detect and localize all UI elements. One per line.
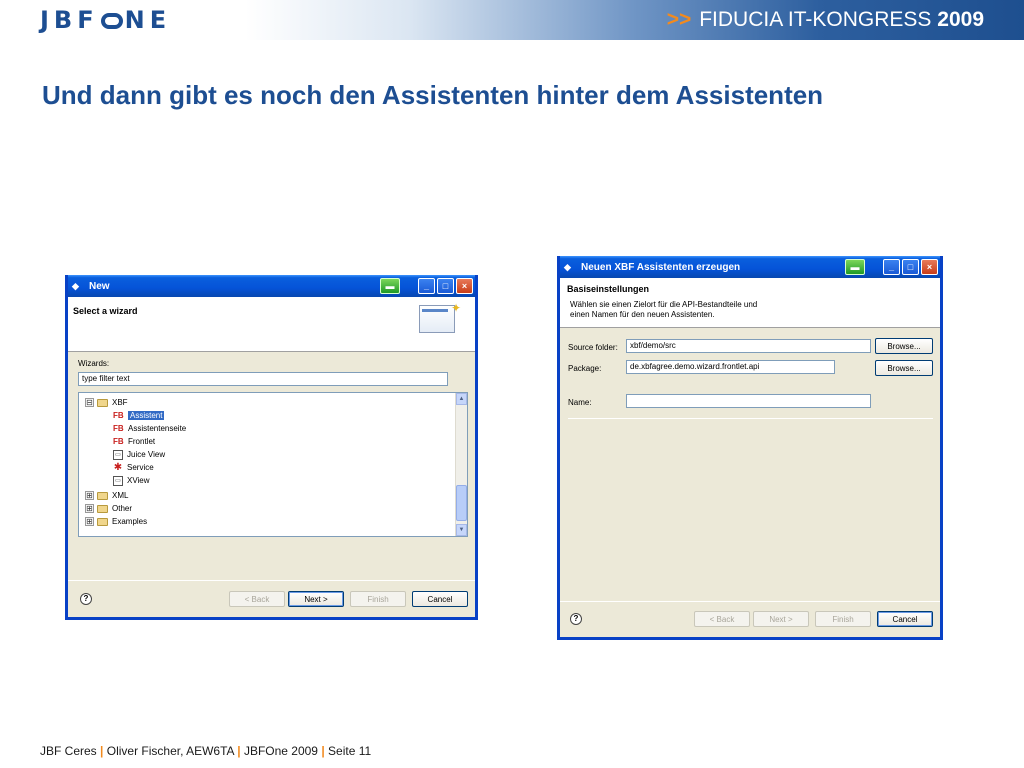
fb-icon: FB — [113, 411, 124, 420]
close-button[interactable]: × — [456, 278, 473, 294]
browse-package-button[interactable]: Browse... — [875, 360, 933, 376]
expand-icon[interactable]: ⊞ — [85, 491, 94, 500]
dialog-title: Neuen XBF Assistenten erzeugen — [581, 261, 741, 273]
collapse-icon[interactable]: ⊟ — [85, 398, 94, 407]
fb-icon: FB — [113, 424, 124, 433]
new-wizard-dialog: ◆ New ▬ _ □ × Select a wizard ✦ Wizards:… — [65, 275, 478, 620]
help-icon[interactable]: ? — [80, 593, 92, 605]
sparkle-icon: ✦ — [450, 301, 461, 315]
event-year: 2009 — [937, 8, 984, 31]
dialog-titlebar[interactable]: ◆ New ▬ _ □ × — [68, 275, 475, 297]
finish-button[interactable]: Finish — [815, 611, 871, 627]
wizards-label: Wizards: — [78, 359, 110, 368]
separator — [560, 601, 940, 602]
banner-title: Basiseinstellungen — [567, 284, 650, 294]
tree-item-xbf[interactable]: ⊟ XBF — [85, 396, 128, 409]
wizard-tree: ⊟ XBF FB Assistent FB Assistentenseite FB Fr… — [78, 392, 468, 537]
tree-item-frontlet[interactable]: FB Frontlet — [113, 435, 155, 448]
tree-item-service[interactable]: ✱ Service — [113, 461, 154, 474]
header-banner: JBF NE >> FIDUCIA IT-KONGRESS 2009 — [0, 0, 1024, 40]
folder-icon — [97, 517, 108, 526]
separator — [68, 580, 475, 581]
name-input[interactable] — [626, 394, 871, 408]
close-button[interactable]: × — [921, 259, 938, 275]
banner-title: Select a wizard — [73, 306, 138, 316]
banner-description-line-2: einen Namen für den neuen Assistenten. — [570, 310, 715, 319]
tree-item-other[interactable]: ⊞ Other — [85, 502, 132, 515]
event-name: FIDUCIA IT-KONGRESS — [699, 8, 932, 31]
minimize-button[interactable]: _ — [418, 278, 435, 294]
slide-footer: JBF Ceres | Oliver Fischer, AEW6TA | JBF… — [40, 744, 372, 758]
wizard-image-icon — [419, 305, 455, 333]
back-button[interactable]: < Back — [694, 611, 750, 627]
package-input[interactable]: de.xbfagree.demo.wizard.frontlet.api — [626, 360, 835, 374]
next-button[interactable]: Next > — [288, 591, 344, 607]
source-folder-label: Source folder: — [568, 343, 618, 352]
tree-scrollbar[interactable]: ▲ ▼ — [455, 393, 467, 536]
view-icon: ▭ — [113, 475, 123, 486]
tree-item-examples[interactable]: ⊞ Examples — [85, 515, 147, 528]
fb-icon: FB — [113, 437, 124, 446]
help-icon[interactable]: ? — [570, 613, 582, 625]
xbf-wizard-dialog: ◆ Neuen XBF Assistenten erzeugen ▬ _ □ ×… — [557, 256, 943, 640]
minimize-button[interactable]: _ — [883, 259, 900, 275]
cancel-button[interactable]: Cancel — [877, 611, 933, 627]
tree-item-assistentenseite[interactable]: FB Assistentenseite — [113, 422, 186, 435]
folder-icon — [97, 491, 108, 500]
dialog-title: New — [89, 280, 110, 292]
presentation-slide: JBF NE >> FIDUCIA IT-KONGRESS 2009 Und dan… — [0, 0, 1024, 768]
folder-icon — [97, 504, 108, 513]
name-label: Name: — [568, 398, 592, 407]
slide-title: Und dann gibt es noch den Assistenten hi… — [42, 80, 824, 110]
expand-icon[interactable]: ⊞ — [85, 504, 94, 513]
dialog-titlebar[interactable]: ◆ Neuen XBF Assistenten erzeugen ▬ _ □ × — [560, 256, 940, 278]
expand-icon[interactable]: ⊞ — [85, 517, 94, 526]
maximize-button[interactable]: □ — [902, 259, 919, 275]
maximize-button[interactable]: □ — [437, 278, 454, 294]
package-label: Package: — [568, 364, 602, 373]
tree-item-xview[interactable]: ▭ XView — [113, 474, 150, 487]
wizard-banner: Basiseinstellungen Wählen sie einen Ziel… — [560, 278, 940, 328]
finish-button[interactable]: Finish — [350, 591, 406, 607]
cancel-button[interactable]: Cancel — [412, 591, 468, 607]
banner-description-line-1: Wählen sie einen Zielort für die API-Bes… — [570, 300, 758, 309]
window-icon: ◆ — [564, 262, 571, 272]
tree-item-assistent[interactable]: FB Assistent — [113, 409, 165, 422]
folder-icon — [97, 398, 108, 407]
green-tool-icon[interactable]: ▬ — [845, 259, 865, 275]
green-tool-icon[interactable]: ▬ — [380, 278, 400, 294]
scroll-down-icon[interactable]: ▼ — [456, 524, 467, 536]
section-separator — [568, 418, 933, 419]
next-button[interactable]: Next > — [753, 611, 809, 627]
service-icon: ✱ — [113, 461, 123, 473]
tree-item-xml[interactable]: ⊞ XML — [85, 489, 128, 502]
scroll-thumb[interactable] — [456, 485, 467, 521]
arrows-mark: >> — [666, 8, 692, 31]
browse-source-button[interactable]: Browse... — [875, 338, 933, 354]
filter-input[interactable]: type filter text — [78, 372, 448, 386]
jbfone-logo: JBF NE — [40, 6, 172, 34]
event-title: >> FIDUCIA IT-KONGRESS 2009 — [667, 8, 984, 32]
tree-item-juice-view[interactable]: ▭ Juice View — [113, 448, 165, 461]
scroll-up-icon[interactable]: ▲ — [456, 393, 467, 405]
wizard-banner: Select a wizard ✦ — [68, 297, 475, 352]
back-button[interactable]: < Back — [229, 591, 285, 607]
view-icon: ▭ — [113, 449, 123, 460]
source-folder-input[interactable]: xbf/demo/src — [626, 339, 871, 353]
window-icon: ◆ — [72, 281, 79, 291]
